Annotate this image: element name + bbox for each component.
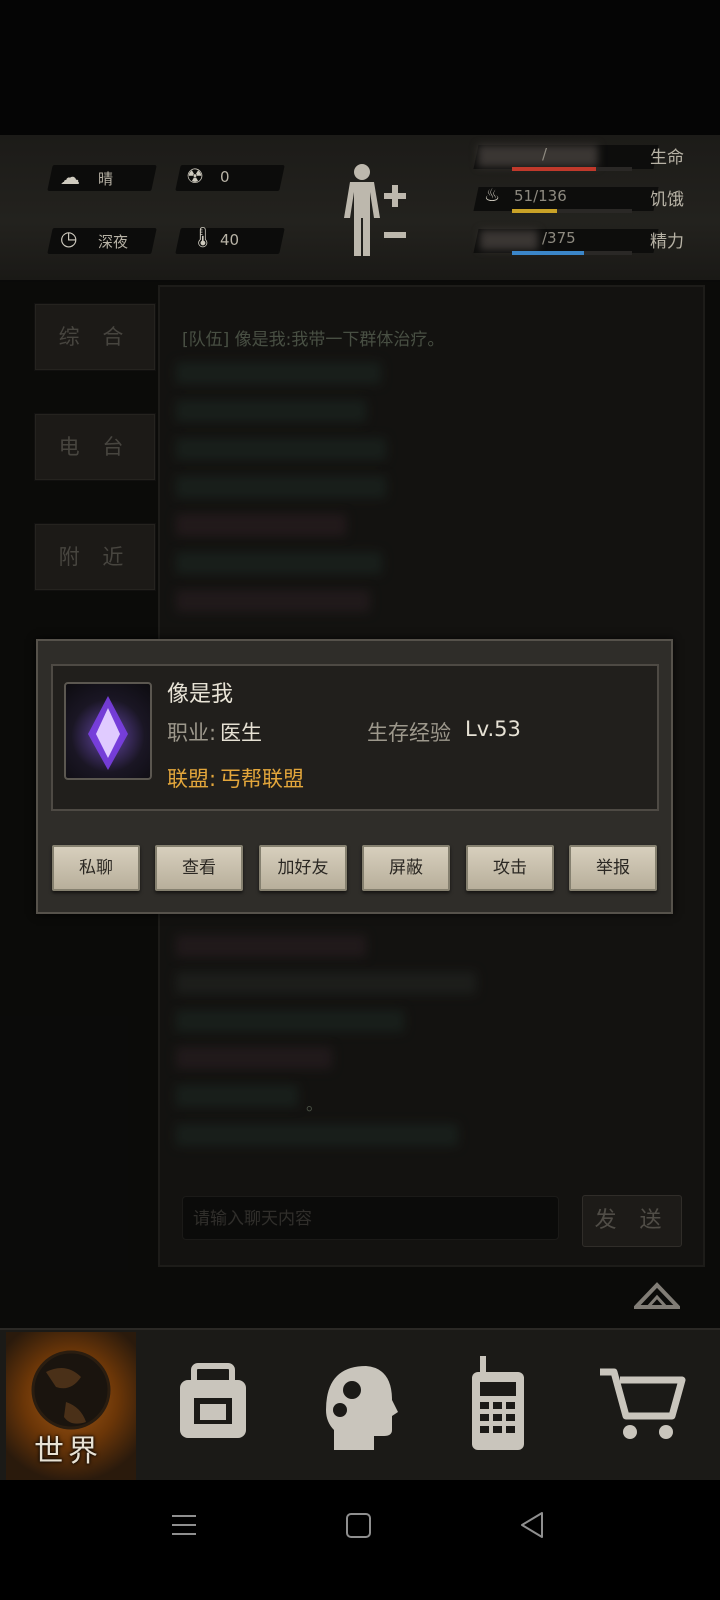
survival-level: Lv.53 [465,717,521,741]
clock-icon: ◷ [60,226,78,250]
status-bar [0,0,720,135]
hunger-bar-fill [512,209,557,213]
life-label: 生命 [650,148,684,168]
block-button[interactable]: 屏蔽 [362,845,450,891]
backpack-icon[interactable] [168,1352,258,1452]
profession-value: 医生 [220,721,262,745]
player-name: 像是我 [167,682,234,707]
radiation-icon: ☢ [186,164,204,188]
cloud-icon: ☁ [60,165,80,189]
report-button[interactable]: 举报 [569,845,657,891]
life-bar-fill [512,167,596,171]
hud-panel: ☁ 晴 ☢ 0 ◷ 深夜 🌡 40 / 生命 ♨ 51/136 饥饿 /375 … [0,135,720,282]
attack-button[interactable]: 攻击 [466,845,554,891]
menu-icon[interactable] [170,1505,198,1545]
profession-label: 职业: [167,721,217,745]
stamina-label: 精力 [650,232,684,252]
player-avatar [64,682,152,780]
life-value: / [542,145,548,163]
hunger-label: 饥饿 [650,190,684,210]
private-chat-button[interactable]: 私聊 [52,845,140,891]
shop-cart-icon[interactable] [596,1352,686,1452]
skills-head-icon[interactable] [308,1352,398,1452]
hunger-value: 51/136 [514,187,567,205]
radio-phone-icon[interactable] [452,1352,542,1452]
union-value: 丐帮联盟 [220,767,304,791]
nav-world-label: 世界 [34,1434,102,1469]
union-label: 联盟: [167,767,217,791]
back-icon[interactable] [518,1505,546,1545]
weather-label: 晴 [98,170,114,188]
stomach-icon: ♨ [484,185,501,206]
add-friend-button[interactable]: 加好友 [259,845,347,891]
body-status-icon[interactable] [340,160,410,260]
hood-avatar-icon [88,696,128,770]
thermometer-icon: 🌡 [190,225,216,249]
temperature-value: 40 [220,231,240,249]
time-label: 深夜 [98,233,129,251]
survival-label: 生存经验 [367,721,451,745]
home-icon[interactable] [344,1505,374,1545]
radiation-value: 0 [220,168,230,186]
stamina-value: /375 [542,229,576,247]
stamina-bar-fill [512,251,584,255]
view-button[interactable]: 查看 [155,845,243,891]
